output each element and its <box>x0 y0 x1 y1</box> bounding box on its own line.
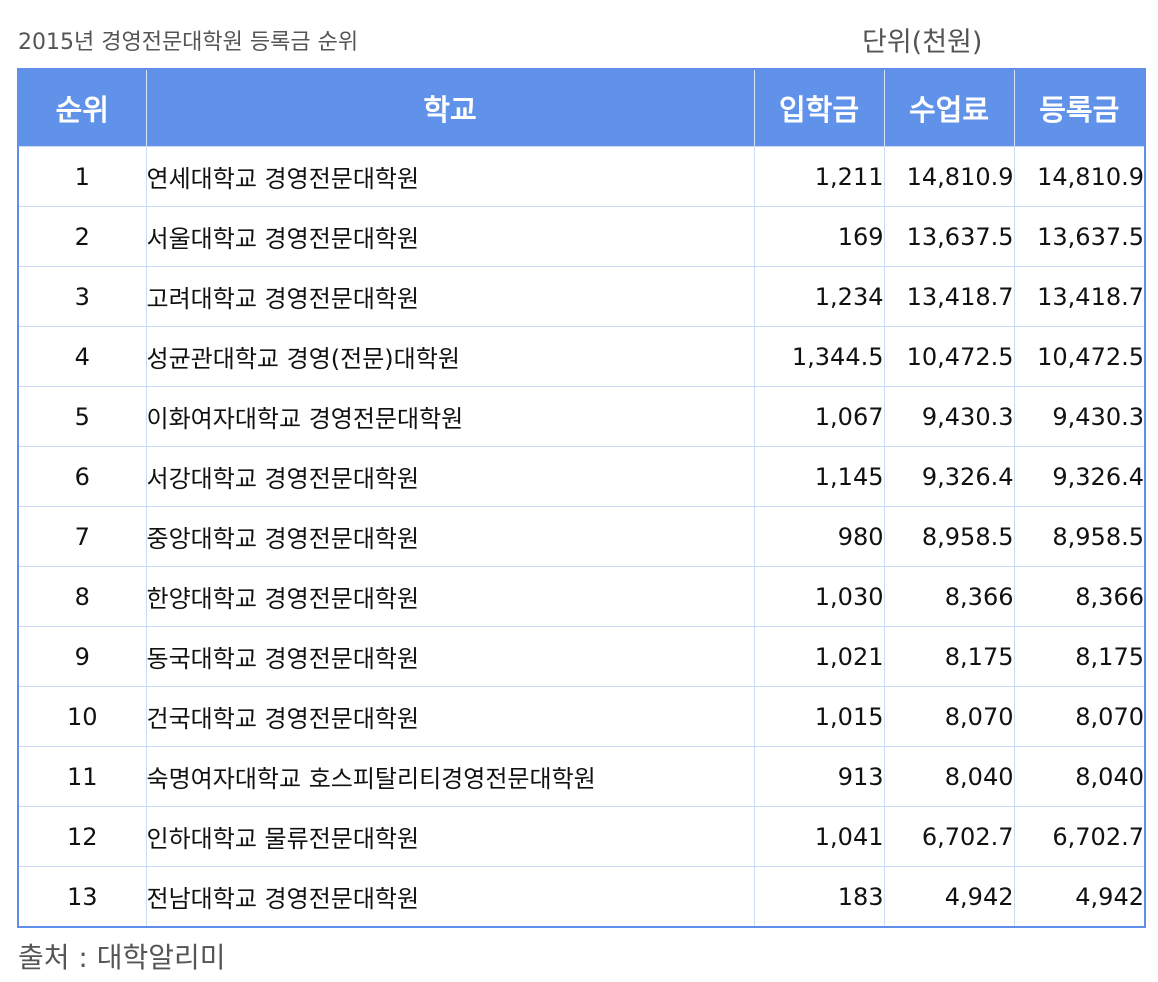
cell-rank: 9 <box>18 626 146 687</box>
cell-school: 숙명여자대학교 호스피탈리티경영전문대학원 <box>145 746 754 807</box>
cell-admission-fee: 1,041 <box>753 806 884 867</box>
cell-total-fee: 8,040 <box>1013 746 1145 807</box>
cell-tuition-fee: 8,175 <box>883 626 1014 687</box>
cell-school: 한양대학교 경영전문대학원 <box>145 566 754 627</box>
cell-tuition-fee: 9,326.4 <box>883 446 1014 507</box>
cell-admission-fee: 183 <box>753 866 884 927</box>
cell-rank: 10 <box>18 686 146 747</box>
cell-school: 전남대학교 경영전문대학원 <box>145 866 754 927</box>
cell-tuition-fee: 9,430.3 <box>883 386 1014 447</box>
cell-admission-fee: 169 <box>753 206 884 267</box>
table-row: 13 전남대학교 경영전문대학원 183 4,942 4,942 <box>18 866 1145 927</box>
cell-tuition-fee: 13,637.5 <box>883 206 1014 267</box>
cell-total-fee: 9,430.3 <box>1013 386 1145 447</box>
source-note: 출처 : 대학알리미 <box>18 941 226 974</box>
cell-rank: 8 <box>18 566 146 627</box>
cell-total-fee: 8,070 <box>1013 686 1145 747</box>
cell-tuition-fee: 6,702.7 <box>883 806 1014 867</box>
cell-tuition-fee: 4,942 <box>883 866 1014 927</box>
cell-school: 중앙대학교 경영전문대학원 <box>145 506 754 567</box>
cell-admission-fee: 980 <box>753 506 884 567</box>
cell-total-fee: 8,366 <box>1013 566 1145 627</box>
cell-total-fee: 8,175 <box>1013 626 1145 687</box>
table-row: 10 건국대학교 경영전문대학원 1,015 8,070 8,070 <box>18 686 1145 747</box>
cell-tuition-fee: 8,366 <box>883 566 1014 627</box>
table-title: 2015년 경영전문대학원 등록금 순위 <box>18 30 359 55</box>
cell-tuition-fee: 10,472.5 <box>883 326 1014 387</box>
cell-rank: 6 <box>18 446 146 507</box>
cell-school: 서강대학교 경영전문대학원 <box>145 446 754 507</box>
table-row: 5 이화여자대학교 경영전문대학원 1,067 9,430.3 9,430.3 <box>18 386 1145 447</box>
header-rank: 순위 <box>18 69 146 147</box>
cell-admission-fee: 1,344.5 <box>753 326 884 387</box>
table-row: 8 한양대학교 경영전문대학원 1,030 8,366 8,366 <box>18 566 1145 627</box>
cell-tuition-fee: 8,070 <box>883 686 1014 747</box>
table-row: 1 연세대학교 경영전문대학원 1,211 14,810.9 14,810.9 <box>18 146 1145 207</box>
cell-rank: 4 <box>18 326 146 387</box>
cell-rank: 1 <box>18 146 146 207</box>
cell-total-fee: 13,637.5 <box>1013 206 1145 267</box>
table-header-row: 순위 학교 입학금 수업료 등록금 <box>18 69 1145 147</box>
cell-admission-fee: 1,234 <box>753 266 884 327</box>
cell-tuition-fee: 8,958.5 <box>883 506 1014 567</box>
cell-rank: 11 <box>18 746 146 807</box>
table-row: 9 동국대학교 경영전문대학원 1,021 8,175 8,175 <box>18 626 1145 687</box>
cell-school: 고려대학교 경영전문대학원 <box>145 266 754 327</box>
cell-school: 연세대학교 경영전문대학원 <box>145 146 754 207</box>
cell-total-fee: 14,810.9 <box>1013 146 1145 207</box>
cell-school: 동국대학교 경영전문대학원 <box>145 626 754 687</box>
cell-school: 건국대학교 경영전문대학원 <box>145 686 754 747</box>
header-total-fee: 등록금 <box>1013 69 1145 147</box>
cell-school: 성균관대학교 경영(전문)대학원 <box>145 326 754 387</box>
cell-school: 인하대학교 물류전문대학원 <box>145 806 754 867</box>
table-row: 12 인하대학교 물류전문대학원 1,041 6,702.7 6,702.7 <box>18 806 1145 867</box>
table-row: 4 성균관대학교 경영(전문)대학원 1,344.5 10,472.5 10,472.5 <box>18 326 1145 387</box>
cell-rank: 3 <box>18 266 146 327</box>
cell-admission-fee: 1,030 <box>753 566 884 627</box>
cell-tuition-fee: 13,418.7 <box>883 266 1014 327</box>
cell-total-fee: 6,702.7 <box>1013 806 1145 867</box>
tuition-ranking-table: 순위 학교 입학금 수업료 등록금 1 연세대학교 경영전문대학원 1,211 14,… <box>17 68 1146 928</box>
cell-rank: 5 <box>18 386 146 447</box>
cell-admission-fee: 1,145 <box>753 446 884 507</box>
cell-rank: 7 <box>18 506 146 567</box>
cell-tuition-fee: 8,040 <box>883 746 1014 807</box>
cell-total-fee: 4,942 <box>1013 866 1145 927</box>
cell-rank: 12 <box>18 806 146 867</box>
header-tuition-fee: 수업료 <box>883 69 1014 147</box>
header-school: 학교 <box>145 69 754 147</box>
cell-rank: 13 <box>18 866 146 927</box>
unit-label: 단위(천원) <box>862 27 983 58</box>
cell-admission-fee: 1,211 <box>753 146 884 207</box>
cell-school: 이화여자대학교 경영전문대학원 <box>145 386 754 447</box>
cell-school: 서울대학교 경영전문대학원 <box>145 206 754 267</box>
cell-total-fee: 8,958.5 <box>1013 506 1145 567</box>
table-row: 7 중앙대학교 경영전문대학원 980 8,958.5 8,958.5 <box>18 506 1145 567</box>
cell-admission-fee: 1,067 <box>753 386 884 447</box>
table-row: 6 서강대학교 경영전문대학원 1,145 9,326.4 9,326.4 <box>18 446 1145 507</box>
table-row: 2 서울대학교 경영전문대학원 169 13,637.5 13,637.5 <box>18 206 1145 267</box>
cell-rank: 2 <box>18 206 146 267</box>
cell-total-fee: 9,326.4 <box>1013 446 1145 507</box>
cell-total-fee: 13,418.7 <box>1013 266 1145 327</box>
cell-admission-fee: 1,015 <box>753 686 884 747</box>
cell-admission-fee: 1,021 <box>753 626 884 687</box>
header-admission-fee: 입학금 <box>753 69 884 147</box>
cell-admission-fee: 913 <box>753 746 884 807</box>
cell-tuition-fee: 14,810.9 <box>883 146 1014 207</box>
table-row: 11 숙명여자대학교 호스피탈리티경영전문대학원 913 8,040 8,040 <box>18 746 1145 807</box>
table-row: 3 고려대학교 경영전문대학원 1,234 13,418.7 13,418.7 <box>18 266 1145 327</box>
cell-total-fee: 10,472.5 <box>1013 326 1145 387</box>
